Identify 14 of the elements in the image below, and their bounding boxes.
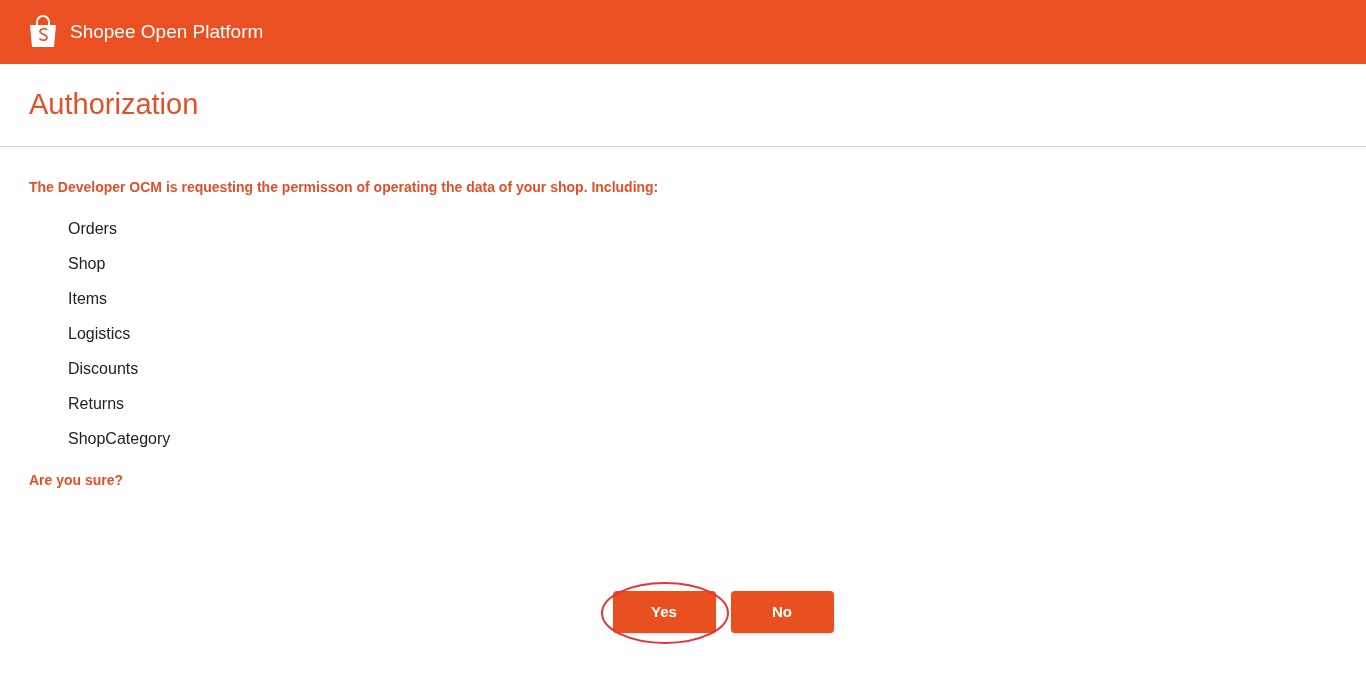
permission-item: Orders — [68, 219, 118, 239]
permission-item: Shop — [68, 254, 107, 274]
dialog-button[interactable]: Yes — [612, 591, 716, 633]
permission-item: Logistics — [68, 324, 132, 344]
shopping-bag-icon — [28, 15, 58, 49]
request-message: The Developer OCM is requesting the permisson of operating the data of your shop. Including: — [29, 178, 660, 197]
page-title: Authorization — [29, 87, 199, 123]
permission-item: Returns — [68, 394, 126, 414]
dialog-button[interactable]: No — [730, 591, 834, 633]
header-title: Shopee Open Platform — [70, 19, 264, 44]
confirm-question: Are you sure? — [29, 471, 125, 490]
permission-item: Discounts — [68, 359, 140, 379]
permission-item: Items — [68, 289, 109, 309]
permission-item: ShopCategory — [68, 429, 172, 449]
